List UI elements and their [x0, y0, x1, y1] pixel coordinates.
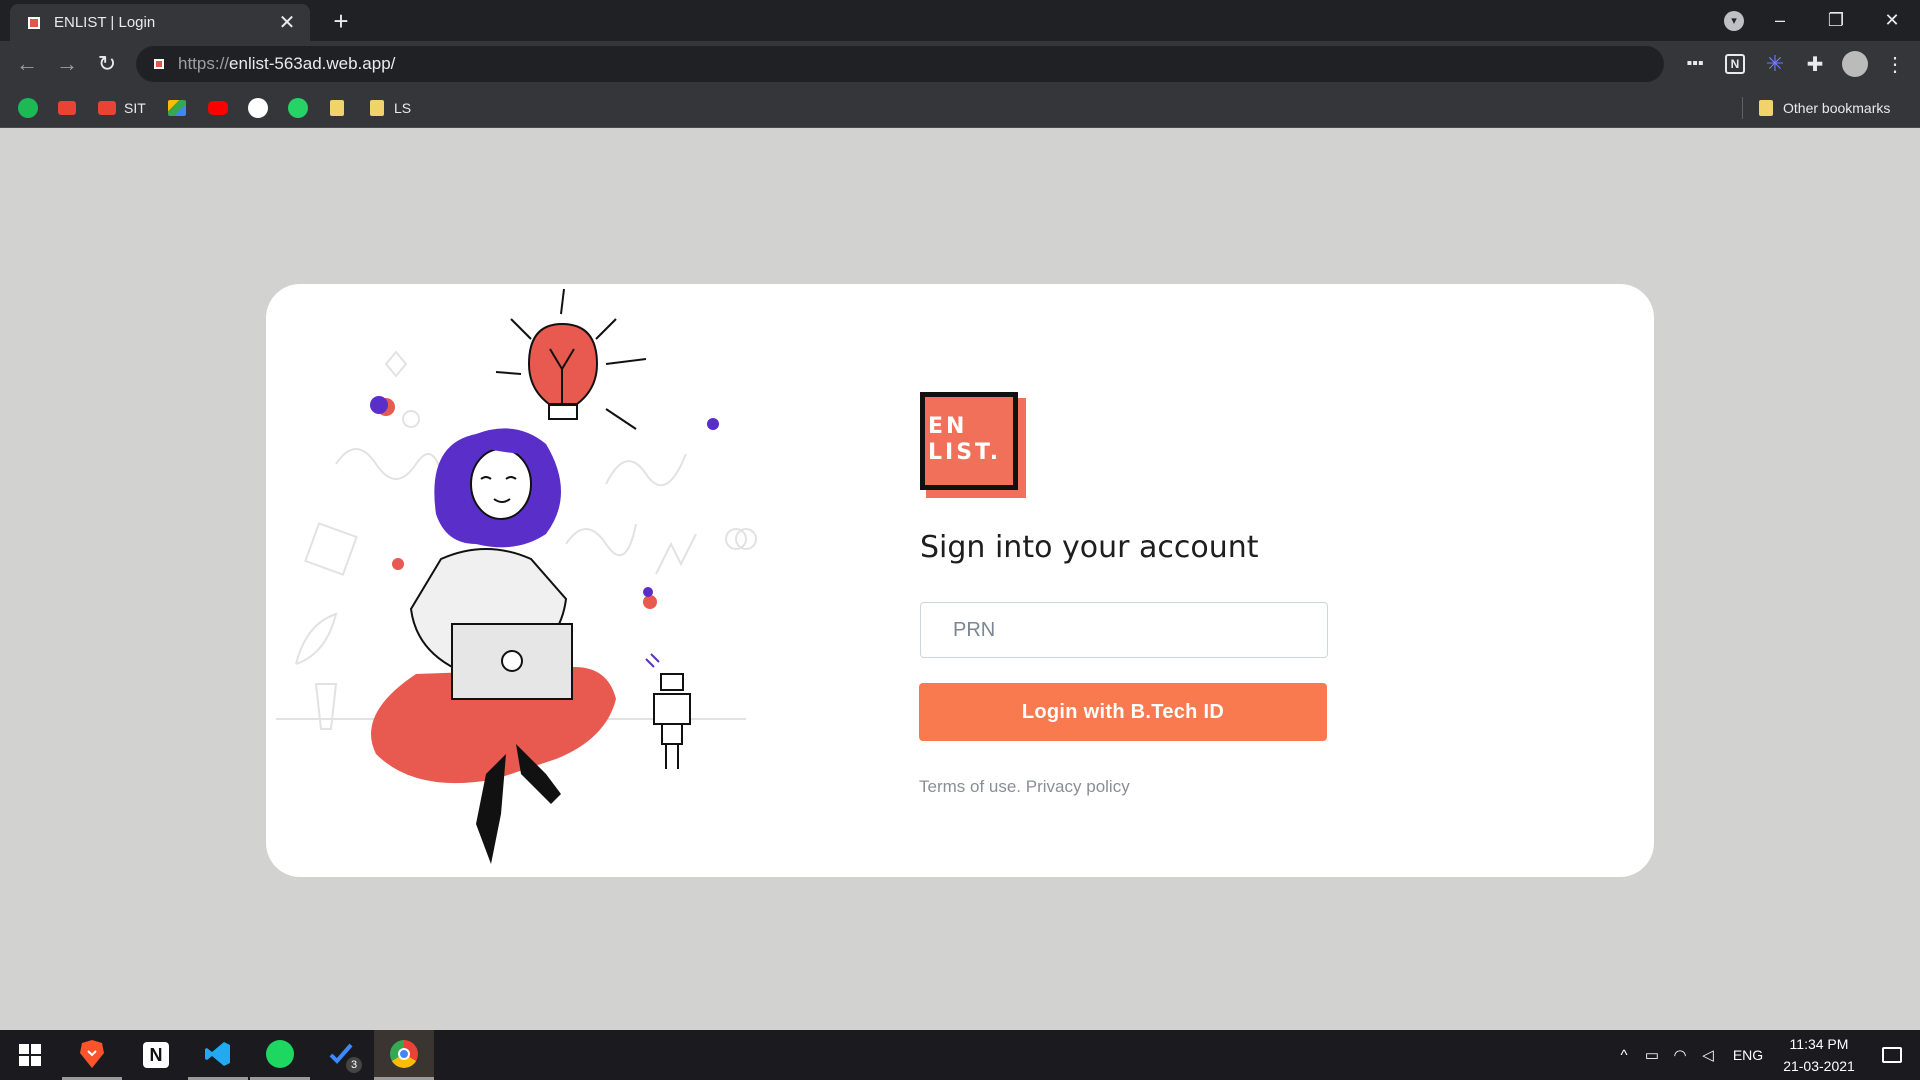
windows-logo-icon	[19, 1044, 41, 1066]
battery-icon[interactable]: ▭	[1638, 1046, 1666, 1064]
clock[interactable]: 11:34 PM 21-03-2021	[1774, 1033, 1864, 1077]
forward-arrow-icon[interactable]: →	[52, 49, 82, 79]
bookmark-folder-ls[interactable]: LS	[370, 97, 411, 119]
vscode-icon	[205, 1041, 230, 1066]
address-bar[interactable]: https://enlist-563ad.web.app/	[136, 46, 1664, 82]
folder-icon	[1759, 100, 1773, 116]
brave-icon	[80, 1039, 104, 1068]
bookmark-github[interactable]	[248, 97, 276, 119]
system-tray: ^ ▭ ◠ ◁ ENG 11:34 PM 21-03-2021	[1610, 1030, 1920, 1080]
prn-input[interactable]	[920, 602, 1328, 658]
browser-tab-bar: ENLIST | Login ✕ + ▾ – ❐ ✕	[0, 0, 1920, 41]
puzzle-extensions-icon[interactable]: ✚	[1800, 49, 1830, 79]
back-arrow-icon[interactable]: ←	[12, 49, 42, 79]
windows-taskbar: N 3 ^ ▭ ◠ ◁ ENG 11:34 PM 21-03-2021	[0, 1030, 1920, 1080]
spotify-icon	[18, 98, 38, 118]
privacy-link[interactable]: Privacy policy	[1026, 777, 1130, 796]
bookmark-sit[interactable]: SIT	[98, 97, 146, 119]
folder-icon	[330, 100, 344, 116]
bookmark-youtube[interactable]	[208, 97, 236, 119]
notion-extension-icon[interactable]: N	[1720, 49, 1750, 79]
windows-start-button[interactable]	[0, 1030, 60, 1080]
login-button[interactable]: Login with B.Tech ID	[919, 683, 1327, 741]
window-controls: – ❐ ✕	[1752, 0, 1920, 41]
page-title: Sign into your account	[920, 530, 1259, 565]
url-text: https://enlist-563ad.web.app/	[178, 54, 396, 73]
footer-links: Terms of use. Privacy policy	[919, 777, 1130, 797]
woman-laptop-illustration	[276, 288, 757, 864]
bookmark-folder[interactable]	[330, 97, 354, 119]
taskbar-vscode[interactable]	[188, 1030, 248, 1080]
taskbar-spotify[interactable]	[250, 1030, 310, 1080]
taskbar-todo[interactable]: 3	[312, 1030, 372, 1080]
login-card: EN LIST. Sign into your account Login wi…	[266, 284, 1654, 877]
tab-close-icon[interactable]: ✕	[276, 10, 298, 35]
taskbar-brave[interactable]	[62, 1030, 122, 1080]
gmail-icon	[58, 101, 76, 115]
volume-icon[interactable]: ◁	[1694, 1046, 1722, 1064]
google-drive-icon	[168, 100, 186, 116]
whatsapp-icon	[288, 98, 308, 118]
minimize-button[interactable]: –	[1752, 10, 1808, 31]
other-bookmarks[interactable]: Other bookmarks	[1742, 97, 1890, 119]
browser-tab-active[interactable]: ENLIST | Login ✕	[10, 4, 310, 41]
taskbar-chrome[interactable]	[374, 1030, 434, 1080]
restore-button[interactable]: ❐	[1808, 10, 1864, 31]
github-icon	[248, 98, 268, 118]
language-indicator[interactable]: ENG	[1722, 1047, 1774, 1063]
bookmarks-bar: SIT LS Other bookmarks	[0, 87, 1920, 128]
spotify-icon	[266, 1039, 294, 1068]
new-tab-button[interactable]: +	[326, 6, 356, 37]
enlist-logo: EN LIST.	[920, 392, 1028, 500]
notifications-icon[interactable]	[1864, 1030, 1920, 1080]
browser-toolbar: ← → ↻ https://enlist-563ad.web.app/ ▪▪▪ …	[0, 41, 1920, 87]
chevron-up-icon[interactable]: ^	[1610, 1047, 1638, 1064]
profile-avatar[interactable]	[1840, 49, 1870, 79]
extension-dots-icon[interactable]: ▪▪▪	[1680, 49, 1710, 79]
asterisk-extension-icon[interactable]: ✳	[1760, 49, 1790, 79]
menu-kebab-icon[interactable]: ⋮	[1880, 49, 1910, 79]
chrome-icon	[390, 1039, 418, 1068]
site-info-icon[interactable]	[154, 59, 164, 69]
gmail-icon	[98, 101, 116, 115]
tab-search-icon[interactable]: ▾	[1724, 11, 1744, 31]
bookmark-whatsapp[interactable]	[288, 97, 316, 119]
logo-text: EN LIST.	[928, 414, 1002, 465]
bookmark-gmail[interactable]	[58, 97, 84, 119]
folder-icon	[370, 100, 384, 116]
site-favicon-icon	[28, 16, 40, 29]
taskbar-notion[interactable]: N	[126, 1030, 186, 1080]
todo-badge: 3	[346, 1057, 362, 1073]
bookmark-spotify[interactable]	[18, 97, 46, 119]
youtube-icon	[208, 101, 228, 115]
tab-title: ENLIST | Login	[54, 14, 156, 31]
close-window-button[interactable]: ✕	[1864, 10, 1920, 31]
bookmark-google-drive[interactable]	[168, 97, 194, 119]
extension-icons: ▪▪▪ N ✳ ✚ ⋮	[1680, 49, 1910, 79]
terms-link[interactable]: Terms of use.	[919, 777, 1021, 796]
reload-icon[interactable]: ↻	[92, 49, 122, 79]
wifi-icon[interactable]: ◠	[1666, 1046, 1694, 1064]
notion-icon: N	[143, 1042, 169, 1068]
